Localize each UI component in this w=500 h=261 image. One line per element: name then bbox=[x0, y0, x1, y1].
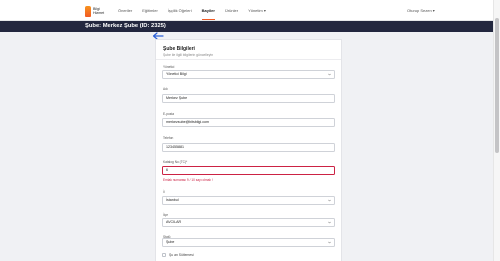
active-checkbox-label: Şu an Sütlemesi bbox=[169, 253, 194, 257]
manager-select[interactable]: Yönetici Bilgi bbox=[162, 70, 335, 79]
active-checkbox[interactable] bbox=[162, 253, 166, 257]
branch-form-card: Şube Bilgileri Şube ile ilgili bilgileri… bbox=[155, 39, 342, 261]
name-field[interactable]: Merkez Şube bbox=[162, 94, 335, 103]
phone-field-value: 123455881 bbox=[166, 145, 184, 149]
city-select-value: İstanbul bbox=[166, 198, 179, 202]
brand-logo[interactable]: Bilgi Hizmet bbox=[85, 5, 104, 17]
nav-item-urunler[interactable]: Ürünler bbox=[225, 0, 238, 21]
field-label-email: E-posta bbox=[163, 112, 174, 116]
chevron-down-icon bbox=[328, 199, 331, 202]
user-menu[interactable]: Oturup Sezen ▾ bbox=[407, 0, 435, 21]
field-label-district: İlçe bbox=[163, 213, 168, 217]
name-field-value: Merkez Şube bbox=[166, 96, 188, 100]
field-label-manager: Yönetici bbox=[163, 65, 175, 69]
phone-field[interactable]: 123455881 bbox=[162, 143, 335, 152]
page-title: Şube: Merkez Şube (ID: 2325) bbox=[85, 23, 166, 29]
top-navbar: Bilgi Hizmet Öneriler Eğitimler İşçilik … bbox=[0, 0, 493, 21]
catalog-no-field-value: 6 bbox=[166, 168, 168, 172]
chevron-down-icon bbox=[328, 73, 331, 76]
form-subtitle: Şube ile ilgili bilgilerin güncelleyin bbox=[163, 53, 214, 57]
district-select-value: AVCILAR bbox=[166, 220, 182, 224]
nav-item-yonetim[interactable]: Yönetim ▾ bbox=[248, 0, 266, 21]
field-label-city: İl bbox=[163, 190, 165, 194]
manager-select-value: Yönetici Bilgi bbox=[166, 72, 187, 76]
main-nav: Öneriler Eğitimler İşçilik Öğeleri Bayil… bbox=[118, 0, 276, 21]
catalog-no-error: Emlak numarası 9 / 10 sayı olmalı ! bbox=[163, 178, 213, 182]
email-field[interactable]: merkezsube@bitsbilgi.com bbox=[162, 118, 335, 127]
page-header: Şube: Merkez Şube (ID: 2325) bbox=[0, 21, 493, 32]
divider bbox=[156, 59, 341, 60]
nav-item-bayiler[interactable]: Bayiler bbox=[201, 0, 216, 21]
chevron-down-icon bbox=[328, 221, 331, 224]
catalog-no-field[interactable]: 6 bbox=[162, 166, 335, 175]
chevron-down-icon bbox=[328, 241, 331, 244]
nav-item-iscilik-ogeleri[interactable]: İşçilik Öğeleri bbox=[168, 0, 192, 21]
brand-name: Bilgi Hizmet bbox=[93, 7, 105, 15]
city-select[interactable]: İstanbul bbox=[162, 196, 335, 205]
status-select[interactable]: Şube bbox=[162, 238, 335, 247]
logo-icon bbox=[85, 5, 91, 17]
email-field-value: merkezsube@bitsbilgi.com bbox=[166, 120, 209, 124]
form-title: Şube Bilgileri bbox=[163, 46, 195, 52]
nav-item-egitimler[interactable]: Eğitimler bbox=[142, 0, 158, 21]
status-select-value: Şube bbox=[166, 240, 175, 244]
field-label-name: Adı bbox=[163, 87, 168, 91]
field-label-catalog-no: Katalog No (TC)* bbox=[163, 160, 188, 164]
district-select[interactable]: AVCILAR bbox=[162, 218, 335, 227]
nav-item-oneriler[interactable]: Öneriler bbox=[118, 0, 132, 21]
field-label-phone: Telefon bbox=[163, 136, 174, 140]
scrollbar-thumb[interactable] bbox=[495, 18, 499, 153]
